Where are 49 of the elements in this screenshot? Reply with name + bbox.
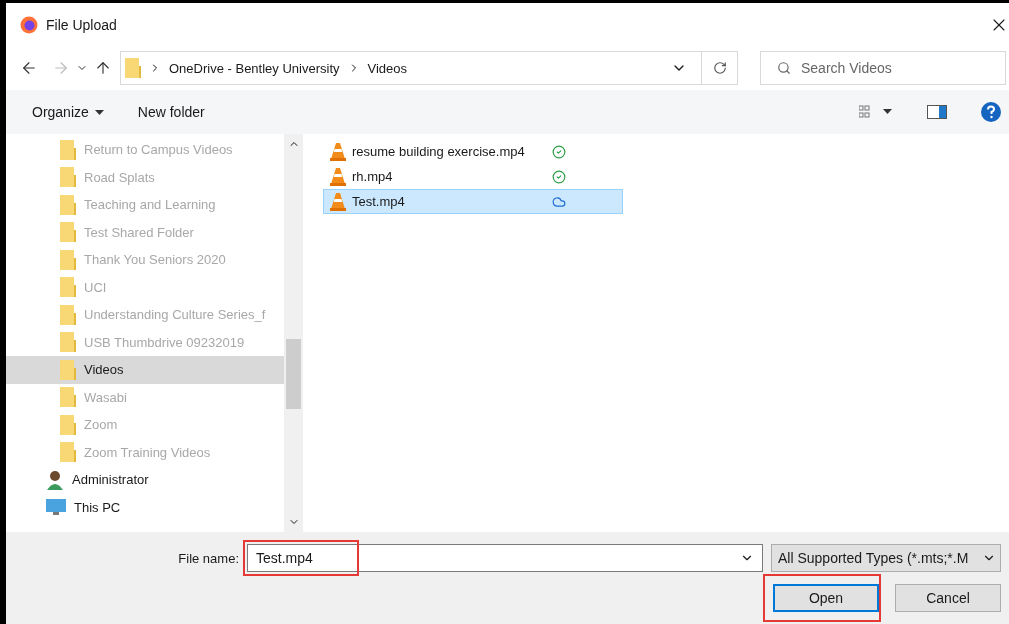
browser-logo-icon — [20, 15, 38, 34]
folder-icon — [60, 277, 76, 298]
folder-icon — [60, 222, 76, 243]
file-name-label: File name: — [178, 550, 239, 566]
folder-icon — [60, 387, 76, 408]
nav-pane-item[interactable]: Videos — [6, 356, 284, 384]
preview-pane-icon[interactable] — [927, 105, 947, 119]
folder-icon — [60, 249, 76, 270]
file-item[interactable]: resume building exercise.mp4 — [323, 139, 623, 164]
back-icon[interactable] — [20, 59, 38, 77]
scrollbar-thumb[interactable] — [286, 339, 301, 409]
refresh-icon — [712, 61, 727, 75]
check-icon — [552, 144, 566, 159]
file-item[interactable]: Test.mp4 — [323, 189, 623, 214]
caret-icon — [94, 109, 104, 115]
cloud-icon — [552, 194, 566, 209]
folder-icon — [60, 304, 76, 325]
help-icon[interactable] — [981, 102, 1001, 122]
cancel-button[interactable]: Cancel — [895, 584, 1001, 612]
nav-pane-item[interactable]: This PC — [6, 493, 284, 521]
nav-pane-item[interactable]: Administrator — [6, 466, 284, 494]
refresh-button[interactable] — [702, 51, 738, 85]
folder-icon — [60, 167, 76, 188]
folder-icon — [60, 332, 76, 353]
folder-icon — [125, 58, 141, 78]
folder-icon — [60, 194, 76, 215]
traffic-cone-icon — [330, 192, 346, 211]
traffic-cone-icon — [330, 142, 346, 161]
new-folder-button[interactable]: New folder — [137, 104, 205, 120]
traffic-cone-icon — [330, 167, 346, 186]
search-icon — [777, 61, 791, 75]
monitor-icon — [46, 499, 66, 516]
window-title: File Upload — [46, 16, 118, 33]
file-item[interactable]: rh.mp4 — [323, 164, 623, 189]
file-type-dropdown[interactable]: All Supported Types (*.mts;*.M — [771, 544, 1001, 572]
organize-menu[interactable]: Organize — [32, 104, 104, 120]
address-bar[interactable]: OneDrive - Bentley University Videos — [120, 51, 702, 85]
breadcrumb[interactable]: OneDrive - Bentley University — [169, 60, 340, 76]
user-icon — [46, 469, 64, 490]
view-options-icon[interactable] — [859, 105, 893, 119]
folder-icon — [60, 359, 76, 380]
check-icon — [552, 169, 566, 184]
search-field[interactable]: Search Videos — [760, 51, 1006, 85]
breadcrumb[interactable]: Videos — [367, 60, 407, 76]
open-button[interactable]: Open — [773, 584, 879, 612]
folder-icon — [60, 414, 76, 435]
up-icon[interactable] — [94, 59, 112, 77]
folder-icon — [60, 139, 76, 160]
folder-icon — [60, 442, 76, 463]
